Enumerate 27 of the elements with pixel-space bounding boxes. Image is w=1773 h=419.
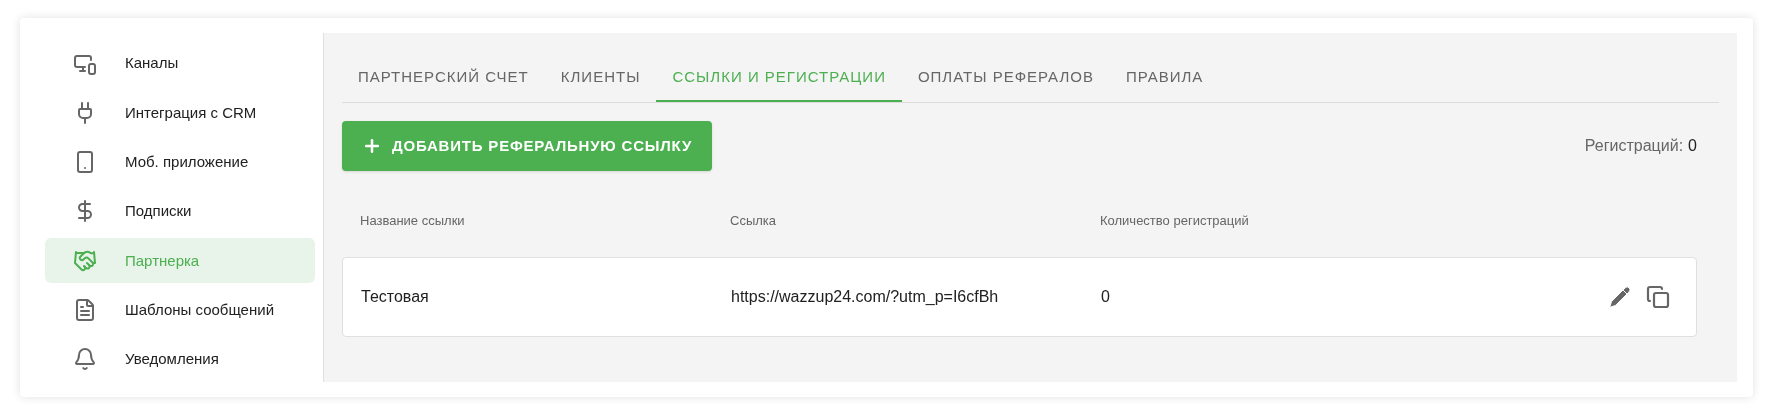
- copy-button[interactable]: [1646, 285, 1670, 309]
- tab[interactable]: ОПЛАТЫ РЕФЕРАЛОВ: [901, 55, 1110, 102]
- document-icon: [73, 298, 97, 323]
- edit-button[interactable]: [1608, 285, 1632, 309]
- registrations-label: Регистраций:: [1584, 136, 1684, 156]
- registrations-count: 0: [1688, 136, 1697, 156]
- bell-icon: [73, 347, 97, 372]
- table-cell-text: Тестовая: [361, 287, 430, 307]
- table-cell-text: https://wazzup24.com/?utm_p=I6cfBh: [731, 287, 1000, 307]
- table-cell-text: 0: [1101, 287, 1111, 307]
- plus-icon: [362, 136, 382, 156]
- tab[interactable]: ПРАВИЛА: [1109, 55, 1220, 102]
- tab[interactable]: КЛИЕНТЫ: [544, 55, 657, 102]
- column-header: Ссылка: [730, 211, 778, 230]
- sidebar-item[interactable]: Каналы: [45, 41, 315, 87]
- sidebar-item[interactable]: Подписки: [45, 188, 315, 235]
- pencil-icon: [1608, 285, 1632, 309]
- sidebar-item[interactable]: Интеграция с CRM: [45, 90, 315, 136]
- sidebar-item[interactable]: Шаблоны сообщений: [45, 287, 315, 333]
- add-referral-link-button[interactable]: ДОБАВИТЬ РЕФЕРАЛЬНУЮ ССЫЛКУ: [342, 121, 713, 171]
- column-header: Количество регистраций: [1100, 211, 1250, 230]
- tab[interactable]: ПАРТНЕРСКИЙ СЧЕТ: [342, 55, 545, 102]
- column-header: Название ссылки: [360, 211, 466, 230]
- sidebar-item[interactable]: Моб. приложение: [45, 139, 315, 185]
- sidebar-item[interactable]: Уведомления: [45, 336, 315, 382]
- handshake-icon: [73, 248, 97, 273]
- copy-icon: [1646, 285, 1670, 309]
